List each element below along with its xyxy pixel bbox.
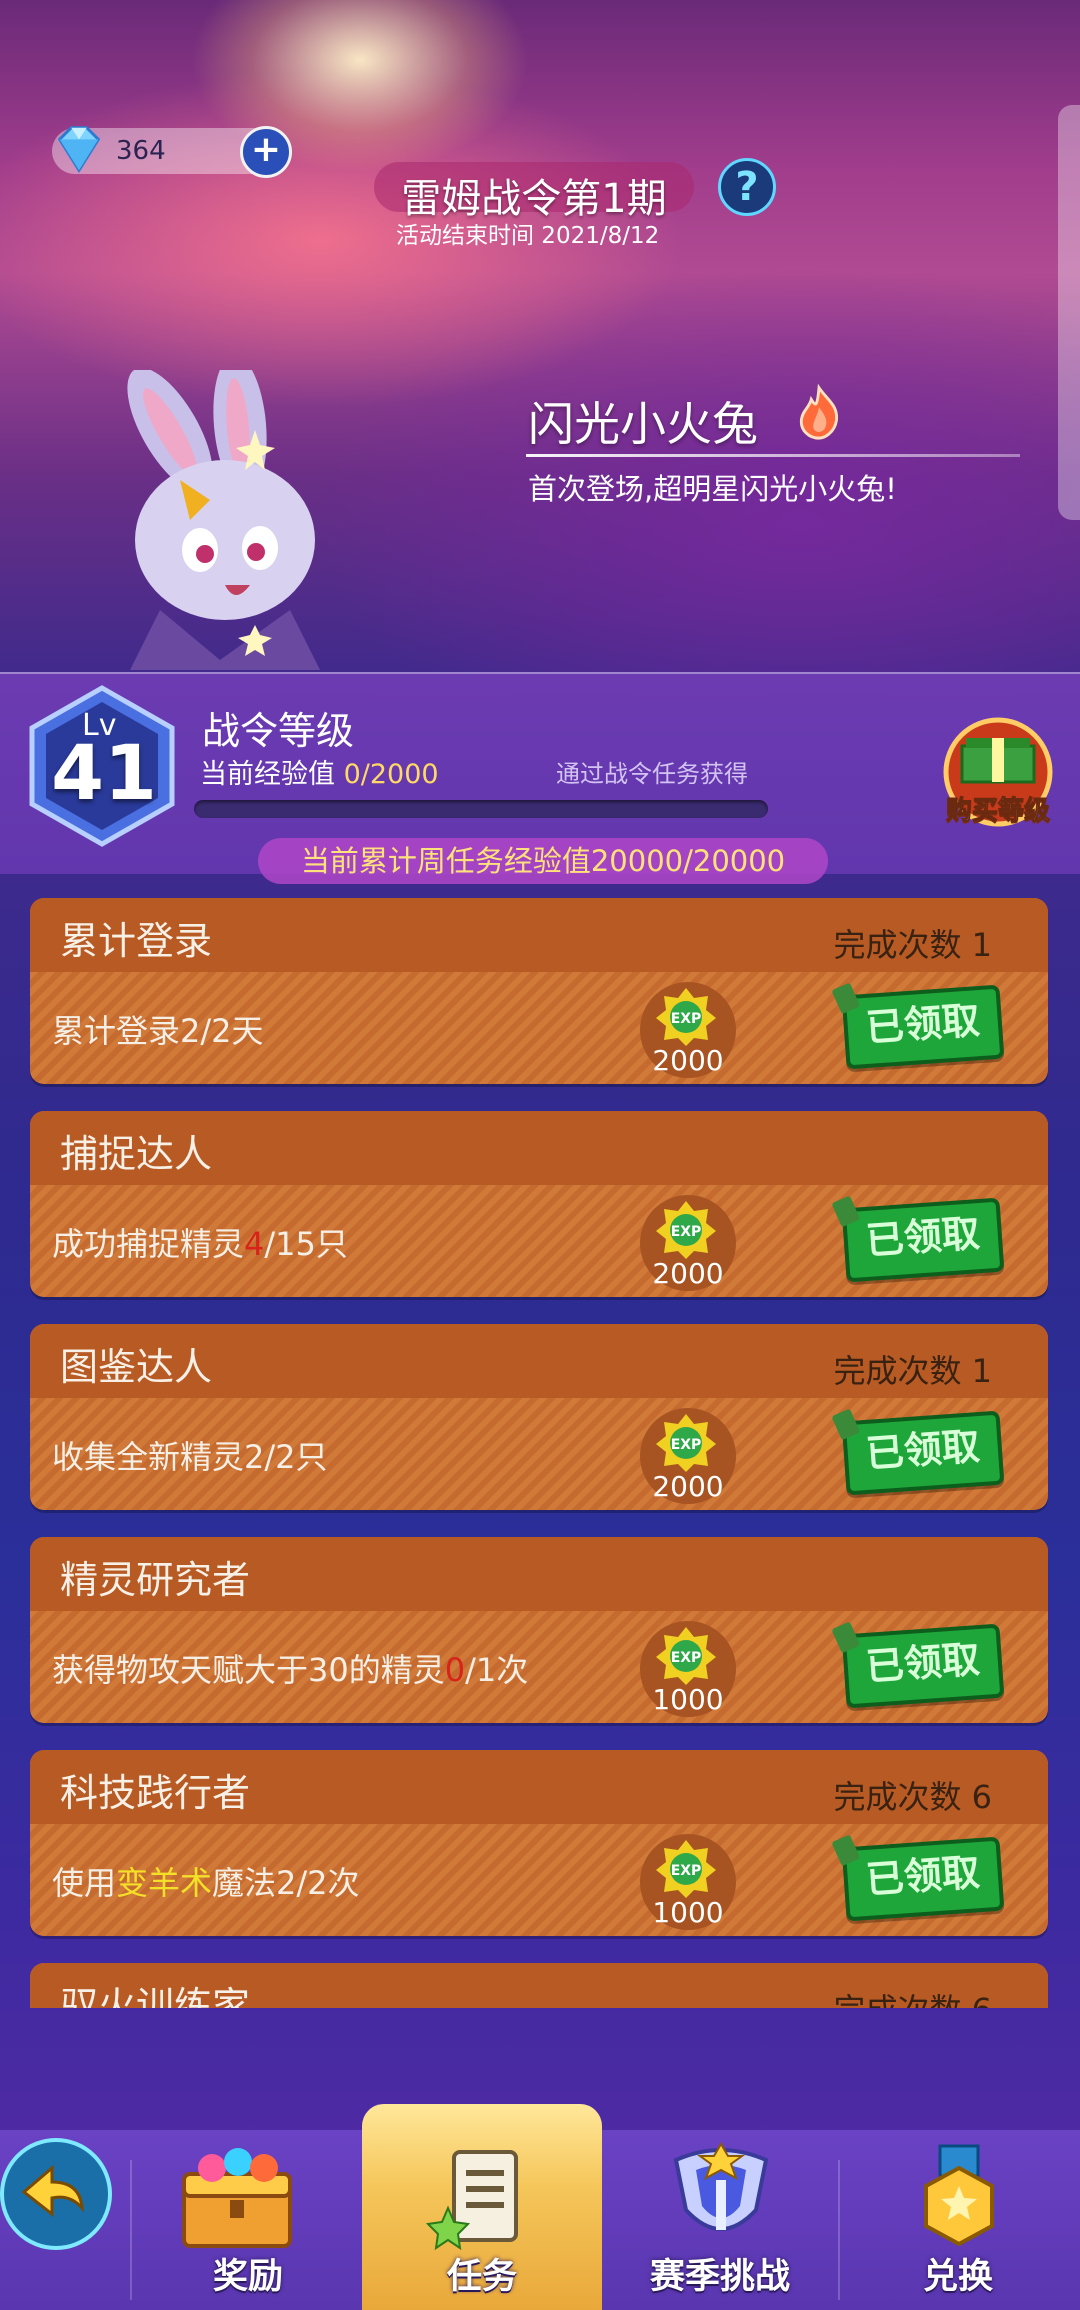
svg-text:EXP: EXP xyxy=(671,1863,702,1879)
exp-progress-bar xyxy=(194,800,768,818)
currency-display: 364 + xyxy=(52,126,292,178)
exp-reward: EXP 2000 xyxy=(640,982,736,1078)
exp-icon: EXP xyxy=(656,988,716,1046)
svg-text:EXP: EXP xyxy=(671,1437,702,1453)
back-button[interactable] xyxy=(0,2138,112,2250)
task-description: 收集全新精灵2/2只 xyxy=(52,1438,328,1476)
diamond-icon xyxy=(57,126,101,174)
task-card: 捕捉达人 成功捕捉精灵4/15只 EXP 2000 已领取 xyxy=(30,1111,1048,1297)
task-card: 驭火训练家 完成次数 6 xyxy=(30,1963,1048,2008)
task-title: 图鉴达人 xyxy=(60,1345,213,1389)
task-description: 累计登录2/2天 xyxy=(52,1012,264,1050)
treasure-chest-icon xyxy=(182,2148,292,2248)
svg-text:EXP: EXP xyxy=(671,1224,702,1240)
plus-icon: + xyxy=(250,129,282,170)
task-title: 驭火训练家 xyxy=(60,1984,251,2008)
task-list[interactable]: 累计登录 完成次数 1 累计登录2/2天 EXP 2000 已领取 捕捉达人 成… xyxy=(30,898,1048,2008)
claimed-stamp: 已领取 xyxy=(841,1197,1005,1283)
claimed-stamp: 已领取 xyxy=(841,1836,1005,1922)
task-progress-highlight: 4 xyxy=(244,1225,265,1263)
rabbit-character-image xyxy=(127,370,320,670)
nav-tasks-label: 任务 xyxy=(446,2257,517,2297)
task-title: 捕捉达人 xyxy=(60,1132,213,1176)
back-arrow-icon xyxy=(21,2164,84,2218)
exp-amount: 2000 xyxy=(652,1470,724,1503)
fire-icon xyxy=(799,384,838,440)
task-count: 完成次数 6 xyxy=(833,1985,992,2008)
task-description: 获得物攻天赋大于30的精灵0/1次 xyxy=(52,1651,529,1689)
exp-reward: EXP 1000 xyxy=(640,1621,736,1717)
task-progress-highlight: 0 xyxy=(444,1651,466,1689)
task-count: 完成次数 1 xyxy=(833,1352,992,1390)
exp-amount: 1000 xyxy=(652,1896,724,1929)
scrollbar[interactable] xyxy=(1058,105,1080,520)
exchange-badge-icon xyxy=(924,2144,994,2247)
exp-amount: 2000 xyxy=(652,1257,724,1290)
exp-reward: EXP 2000 xyxy=(640,1195,736,1291)
hero-description: 首次登场,超明星闪光小火兔! xyxy=(528,472,897,506)
task-description: 成功捕捉精灵4/15只 xyxy=(52,1225,348,1263)
task-card: 累计登录 完成次数 1 累计登录2/2天 EXP 2000 已领取 xyxy=(30,898,1048,1084)
hero-name: 闪光小火兔 xyxy=(528,397,758,451)
task-count: 完成次数 1 xyxy=(833,926,992,964)
add-currency-button[interactable]: + xyxy=(240,126,292,178)
task-title: 精灵研究者 xyxy=(60,1558,251,1602)
buy-level-label: 购买等级 xyxy=(945,796,1050,827)
task-count: 完成次数 6 xyxy=(833,1778,992,1816)
exp-reward: EXP 2000 xyxy=(640,1408,736,1504)
nav-rewards-label: 奖励 xyxy=(212,2257,283,2297)
task-title: 累计登录 xyxy=(60,919,213,963)
task-card: 精灵研究者 获得物攻天赋大于30的精灵0/1次 EXP 1000 已领取 xyxy=(30,1537,1048,1723)
help-button[interactable]: ? xyxy=(718,158,776,216)
exp-amount: 2000 xyxy=(652,1044,724,1077)
level-title: 战令等级 xyxy=(202,709,355,753)
exp-amount: 1000 xyxy=(652,1683,724,1716)
svg-text:EXP: EXP xyxy=(671,1011,702,1027)
exp-icon: EXP xyxy=(656,1414,716,1472)
event-end-time: 活动结束时间 2021/8/12 xyxy=(396,223,660,249)
task-card: 图鉴达人 完成次数 1 收集全新精灵2/2只 EXP 2000 已领取 xyxy=(30,1324,1048,1510)
task-title: 科技践行者 xyxy=(60,1771,251,1815)
nav-exchange-label: 兑换 xyxy=(922,2257,993,2297)
task-description: 使用变羊术魔法2/2次 xyxy=(52,1864,360,1902)
nav-season-label: 赛季挑战 xyxy=(649,2257,790,2297)
task-skill-highlight: 变羊术 xyxy=(116,1864,213,1902)
exp-icon: EXP xyxy=(656,1201,716,1259)
exp-icon: EXP xyxy=(656,1840,716,1898)
exp-reward: EXP 1000 xyxy=(640,1834,736,1930)
exp-value: 0/2000 xyxy=(343,759,439,790)
level-number: 41 xyxy=(51,728,157,817)
claimed-stamp: 已领取 xyxy=(841,1623,1005,1709)
svg-text:EXP: EXP xyxy=(671,1650,702,1666)
exp-icon: EXP xyxy=(656,1627,716,1685)
season-trophy-icon xyxy=(673,2142,769,2231)
weekly-exp-total: 当前累计周任务经验值20000/20000 xyxy=(258,838,828,884)
claimed-stamp: 已领取 xyxy=(841,1410,1005,1496)
help-icon: ? xyxy=(735,164,759,210)
task-card: 科技践行者 完成次数 6 使用变羊术魔法2/2次 EXP 1000 已领取 xyxy=(30,1750,1048,1936)
exp-label: 当前经验值 0/2000 xyxy=(200,759,439,790)
event-title-pill: 雷姆战令第1期 xyxy=(374,162,694,222)
claimed-stamp: 已领取 xyxy=(841,984,1005,1070)
currency-value: 364 xyxy=(116,136,166,166)
exp-hint: 通过战令任务获得 xyxy=(556,760,748,788)
hero-divider xyxy=(526,454,1020,457)
task-scroll-icon xyxy=(425,2150,518,2251)
